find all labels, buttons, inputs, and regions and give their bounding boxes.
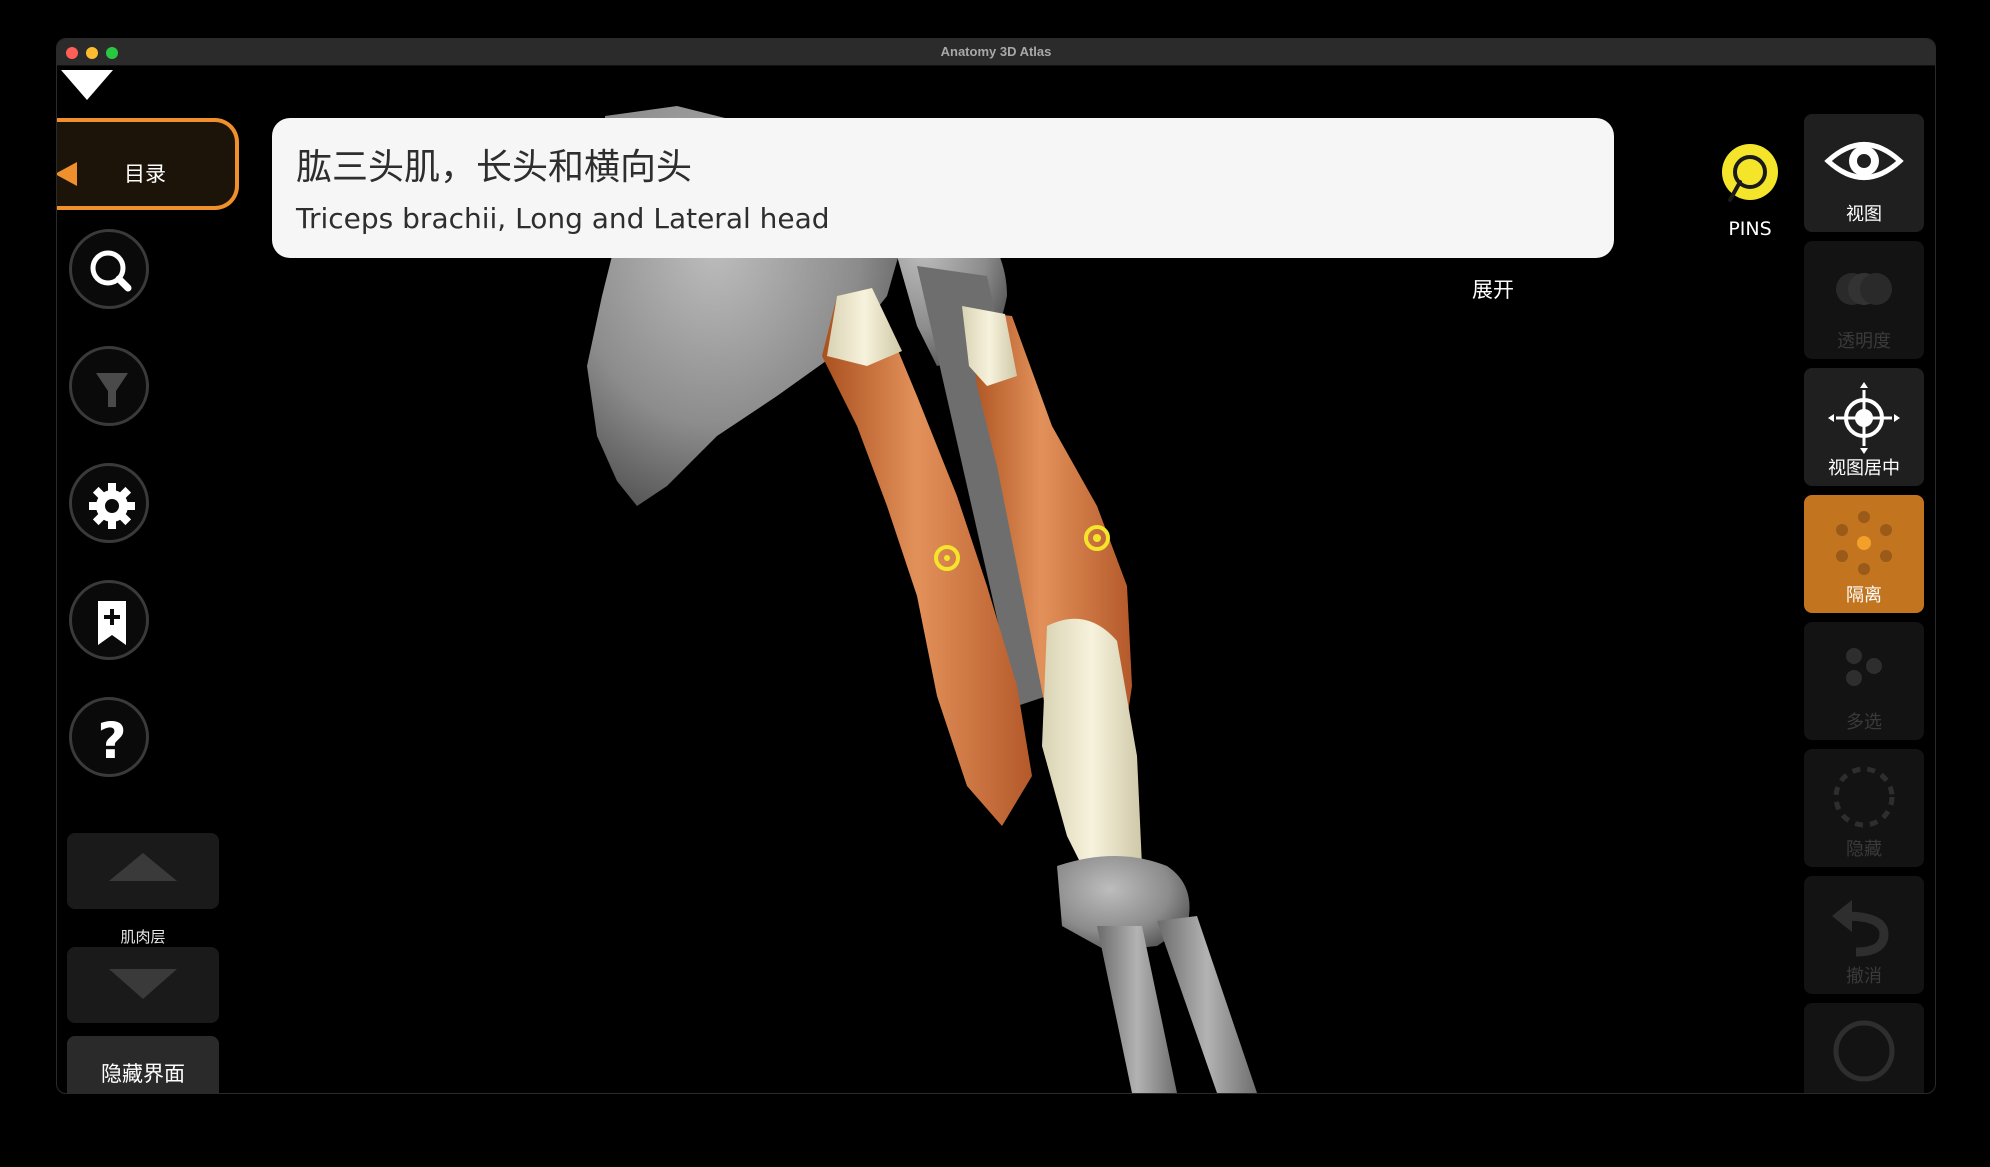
settings-button[interactable]	[69, 463, 149, 543]
search-button[interactable]	[69, 229, 149, 309]
structure-title-zh: 肱三头肌，长头和横向头	[296, 147, 693, 188]
isolate-button[interactable]: 隔离	[1804, 495, 1924, 613]
expand-label[interactable]: 展开	[1472, 274, 1514, 304]
hide-button[interactable]: 隐藏	[1804, 749, 1924, 867]
pins-button[interactable]: PINS	[1700, 134, 1800, 244]
triangle-up-icon	[109, 853, 177, 881]
question-mark-icon: ?	[97, 712, 126, 770]
reset-circle-icon	[1833, 1020, 1895, 1082]
contents-menu-label: 目录	[124, 162, 166, 186]
view-button[interactable]: 视图	[1804, 114, 1924, 232]
expand-triangle-icon[interactable]	[57, 66, 117, 106]
multiselect-button[interactable]: 多选	[1804, 622, 1924, 740]
layer-up-button[interactable]	[67, 833, 219, 909]
filter-button[interactable]	[69, 346, 149, 426]
center-view-label: 视图居中	[1828, 458, 1900, 479]
contents-menu-button[interactable]: 目录	[57, 118, 239, 210]
app-window: Anatomy 3D Atlas 目录 ? 肌肉层 隐藏界面 肱三头肌，长头和横…	[56, 38, 1936, 1094]
undo-label: 撤消	[1846, 966, 1882, 987]
pins-label: PINS	[1728, 218, 1772, 240]
isolate-label: 隔离	[1846, 585, 1882, 606]
undo-button[interactable]: 撤消	[1804, 876, 1924, 994]
hide-ui-button[interactable]: 隐藏界面	[67, 1036, 219, 1093]
multiselect-label: 多选	[1846, 712, 1882, 733]
bookmark-plus-icon	[98, 601, 126, 645]
pin-icon	[1722, 144, 1778, 202]
reset-label: 重置	[1804, 1089, 1924, 1093]
window-title: Anatomy 3D Atlas	[940, 44, 1052, 59]
center-view-button[interactable]: 视图居中	[1804, 368, 1924, 486]
transparency-button[interactable]: 透明度	[1804, 241, 1924, 359]
layer-label: 肌肉层	[120, 928, 166, 946]
structure-info-panel: 肱三头肌，长头和横向头 Triceps brachii, Long and La…	[272, 118, 1614, 258]
transparency-label: 透明度	[1837, 331, 1891, 352]
add-bookmark-button[interactable]	[69, 580, 149, 660]
title-bar: Anatomy 3D Atlas	[57, 39, 1935, 66]
structure-title-en: Triceps brachii, Long and Lateral head	[296, 202, 830, 235]
anatomy-viewport[interactable]: 目录 ? 肌肉层 隐藏界面 肱三头肌，长头和横向头 Triceps brachi…	[57, 66, 1935, 1093]
svg-text:?: ?	[97, 712, 126, 770]
layer-down-button[interactable]	[67, 947, 219, 1023]
triangle-down-icon	[109, 969, 177, 999]
reset-button[interactable]: 重置	[1804, 1003, 1924, 1093]
gear-icon	[89, 483, 135, 529]
help-button[interactable]: ?	[69, 697, 149, 777]
view-label: 视图	[1846, 204, 1882, 225]
search-icon	[90, 250, 132, 292]
hide-label: 隐藏	[1846, 839, 1882, 860]
filter-icon	[96, 373, 128, 407]
